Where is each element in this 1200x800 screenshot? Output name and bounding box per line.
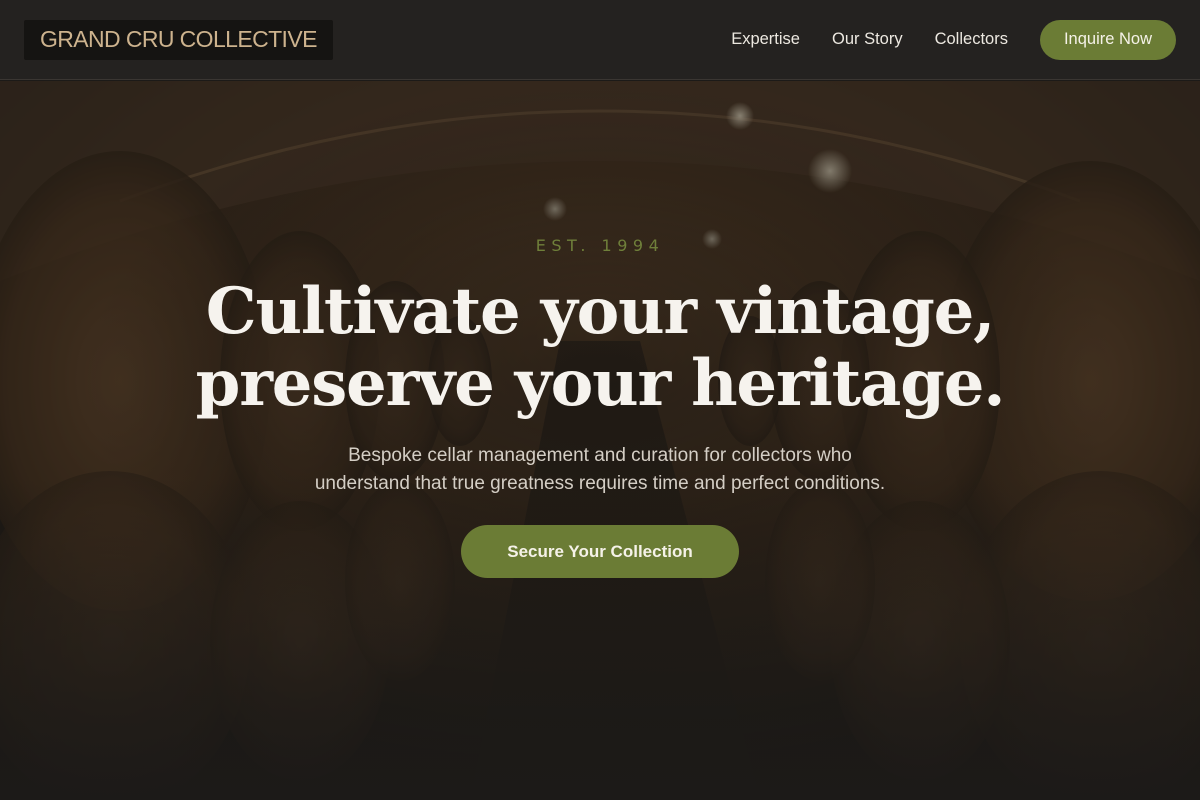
hero-overlay [0,81,1200,800]
hero-subtext-line-2: understand that true greatness requires … [314,473,886,494]
nav-link-expertise[interactable]: Expertise [731,30,800,49]
hero-headline-line-1: Cultivate your vintage, [205,274,996,349]
hero-eyebrow: EST. 1994 [535,236,665,255]
hero-headline: Cultivate your vintage, preserve your he… [0,276,1200,420]
secure-collection-button[interactable]: Secure Your Collection [461,525,739,578]
hero-subtext: Bespoke cellar management and curation f… [0,442,1200,498]
nav-link-our-story[interactable]: Our Story [832,30,903,49]
nav-link-collectors[interactable]: Collectors [935,30,1008,49]
hero-section: EST. 1994 Cultivate your vintage, preser… [0,81,1200,800]
inquire-now-button[interactable]: Inquire Now [1039,19,1176,60]
brand-logo[interactable]: GRAND CRU COLLECTIVE [24,19,333,60]
main-nav: Expertise Our Story Collectors Inquire N… [731,19,1176,60]
site-header: GRAND CRU COLLECTIVE Expertise Our Story… [0,0,1200,80]
hero-subtext-line-1: Bespoke cellar management and curation f… [348,445,852,466]
hero-headline-line-2: preserve your heritage. [195,346,1006,421]
